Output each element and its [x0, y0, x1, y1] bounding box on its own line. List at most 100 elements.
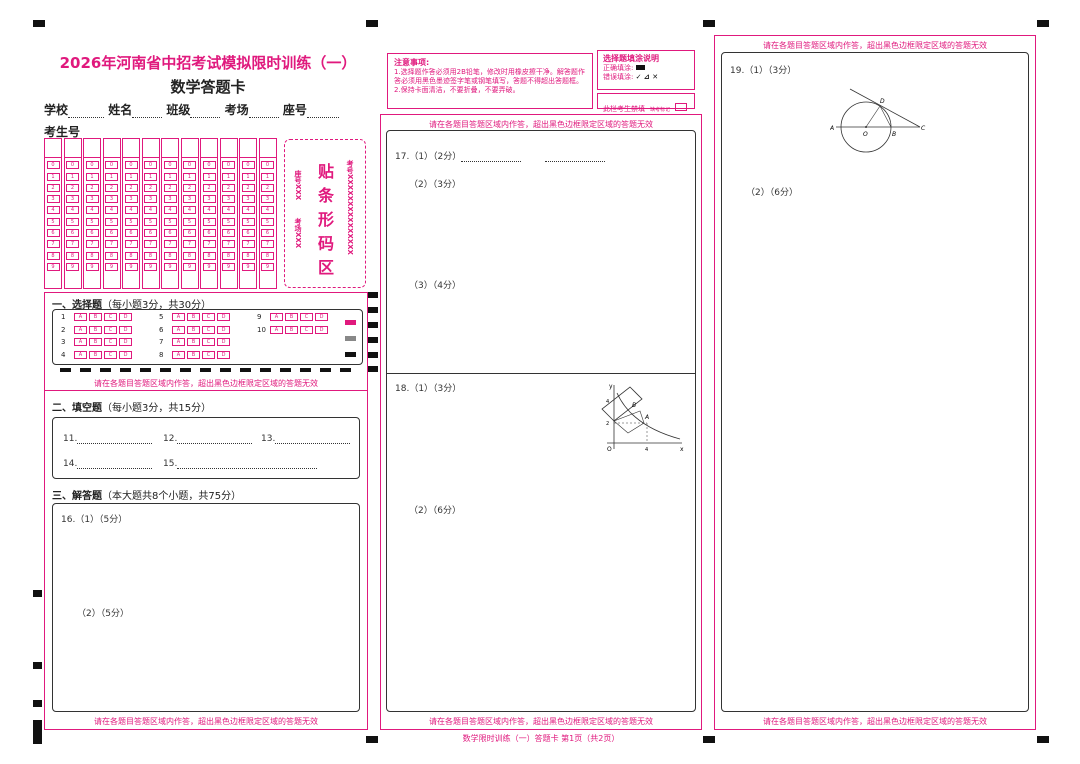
digit-bubble[interactable]: 9 — [66, 262, 79, 271]
digit-bubble[interactable]: 5 — [202, 217, 216, 226]
digit-bubble[interactable]: 5 — [261, 217, 274, 226]
exam-number-write-cell[interactable] — [142, 139, 159, 158]
choice-bubble-c[interactable]: C — [104, 313, 117, 321]
digit-bubble[interactable]: 0 — [202, 161, 216, 170]
digit-bubble[interactable]: 1 — [46, 172, 60, 181]
choice-bubble-d[interactable]: D — [315, 313, 328, 321]
digit-bubble[interactable]: 3 — [241, 195, 255, 204]
digit-bubble[interactable]: 6 — [144, 229, 157, 238]
digit-bubble[interactable]: 1 — [222, 172, 235, 181]
choice-bubble-d[interactable]: D — [217, 338, 230, 346]
choice-bubble-b[interactable]: B — [187, 325, 200, 334]
digit-bubble[interactable]: 2 — [66, 183, 79, 192]
digit-bubble[interactable]: 3 — [85, 195, 99, 204]
choice-bubble-d[interactable]: D — [217, 313, 230, 321]
digit-bubble[interactable]: 8 — [261, 251, 274, 260]
digit-bubble[interactable]: 9 — [124, 262, 138, 271]
digit-bubble[interactable]: 5 — [105, 217, 118, 226]
choice-bubble-c[interactable]: C — [300, 313, 313, 321]
digit-bubble[interactable]: 8 — [222, 251, 235, 260]
digit-bubble[interactable]: 8 — [124, 251, 138, 260]
digit-bubble[interactable]: 5 — [85, 217, 99, 226]
digit-bubble[interactable]: 5 — [222, 217, 235, 226]
digit-bubble[interactable]: 4 — [105, 206, 118, 215]
digit-bubble[interactable]: 2 — [202, 183, 216, 192]
digit-bubble[interactable]: 1 — [241, 172, 255, 181]
digit-bubble[interactable]: 9 — [105, 262, 118, 271]
digit-bubble[interactable]: 3 — [66, 195, 79, 204]
exam-number-grid[interactable]: 0123456789012345678901234567890123456789… — [44, 138, 279, 289]
choice-bubble-a[interactable]: A — [74, 350, 87, 359]
choice-bubble-a[interactable]: A — [270, 325, 283, 334]
digit-bubble[interactable]: 3 — [202, 195, 216, 204]
choice-bubble-c[interactable]: C — [104, 350, 117, 359]
fill-item-12[interactable]: 12. — [163, 434, 253, 444]
digit-bubble[interactable]: 7 — [66, 240, 79, 249]
digit-bubble[interactable]: 7 — [202, 240, 216, 249]
digit-bubble[interactable]: 0 — [46, 161, 60, 170]
digit-bubble[interactable]: 0 — [66, 161, 79, 170]
digit-bubble[interactable]: 8 — [46, 251, 60, 260]
digit-bubble[interactable]: 6 — [202, 229, 216, 238]
digit-bubble[interactable]: 5 — [124, 217, 138, 226]
choice-bubble-c[interactable]: C — [202, 338, 215, 346]
digit-bubble[interactable]: 8 — [66, 251, 79, 260]
digit-bubble[interactable]: 6 — [46, 229, 60, 238]
digit-bubble[interactable]: 9 — [241, 262, 255, 271]
digit-bubble[interactable]: 4 — [163, 206, 177, 215]
digit-bubble[interactable]: 2 — [241, 183, 255, 192]
choice-bubble-b[interactable]: B — [285, 325, 298, 334]
digit-bubble[interactable]: 3 — [222, 195, 235, 204]
digit-bubble[interactable]: 2 — [261, 183, 274, 192]
exam-number-write-cell[interactable] — [259, 139, 276, 158]
digit-bubble[interactable]: 0 — [222, 161, 235, 170]
digit-bubble[interactable]: 0 — [241, 161, 255, 170]
digit-bubble[interactable]: 1 — [124, 172, 138, 181]
digit-bubble[interactable]: 0 — [261, 161, 274, 170]
absent-mark-bubble[interactable] — [675, 102, 688, 111]
digit-bubble[interactable]: 8 — [163, 251, 177, 260]
digit-bubble[interactable]: 9 — [144, 262, 157, 271]
digit-bubble[interactable]: 4 — [124, 206, 138, 215]
digit-bubble[interactable]: 3 — [144, 195, 157, 204]
digit-bubble[interactable]: 0 — [144, 161, 157, 170]
exam-number-write-cell[interactable] — [103, 139, 120, 158]
choice-bubble-d[interactable]: D — [119, 350, 132, 359]
digit-bubble[interactable]: 2 — [183, 183, 196, 192]
digit-bubble[interactable]: 1 — [144, 172, 157, 181]
digit-bubble[interactable]: 3 — [105, 195, 118, 204]
q16-answer-box[interactable]: 16.（1）（5分） （2）（5分） — [52, 503, 360, 712]
digit-bubble[interactable]: 9 — [183, 262, 196, 271]
digit-bubble[interactable]: 6 — [222, 229, 235, 238]
digit-bubble[interactable]: 0 — [183, 161, 196, 170]
choice-bubble-c[interactable]: C — [202, 350, 215, 359]
fill-item-11[interactable]: 11. — [63, 434, 153, 444]
fill-item-13[interactable]: 13. — [261, 434, 351, 444]
digit-bubble[interactable]: 5 — [241, 217, 255, 226]
choice-bubble-b[interactable]: B — [187, 350, 200, 359]
digit-bubble[interactable]: 0 — [105, 161, 118, 170]
exam-number-write-cell[interactable] — [220, 139, 237, 158]
room-blank[interactable] — [248, 117, 279, 118]
choice-bubble-d[interactable]: D — [119, 338, 132, 346]
digit-bubble[interactable]: 7 — [105, 240, 118, 249]
digit-bubble[interactable]: 3 — [183, 195, 196, 204]
school-blank[interactable] — [68, 117, 105, 118]
choice-bubble-c[interactable]: C — [104, 325, 117, 334]
digit-bubble[interactable]: 7 — [144, 240, 157, 249]
digit-bubble[interactable]: 4 — [261, 206, 274, 215]
digit-bubble[interactable]: 6 — [85, 229, 99, 238]
exam-number-write-cell[interactable] — [84, 139, 100, 158]
choice-bubble-b[interactable]: B — [187, 313, 200, 321]
exam-number-write-cell[interactable] — [45, 139, 61, 158]
choice-bubble-b[interactable]: B — [89, 313, 102, 321]
q17-18-answer-box[interactable]: 17.（1）（2分） （2）（3分） （3）（4分） 18.（1）（3分） （2… — [386, 130, 696, 712]
digit-bubble[interactable]: 2 — [163, 183, 177, 192]
digit-bubble[interactable]: 1 — [163, 172, 177, 181]
digit-bubble[interactable]: 4 — [144, 206, 157, 215]
fill-item-15[interactable]: 15. — [163, 459, 318, 469]
exam-number-write-cell[interactable] — [240, 139, 256, 158]
digit-bubble[interactable]: 2 — [144, 183, 157, 192]
digit-bubble[interactable]: 5 — [183, 217, 196, 226]
digit-bubble[interactable]: 7 — [85, 240, 99, 249]
